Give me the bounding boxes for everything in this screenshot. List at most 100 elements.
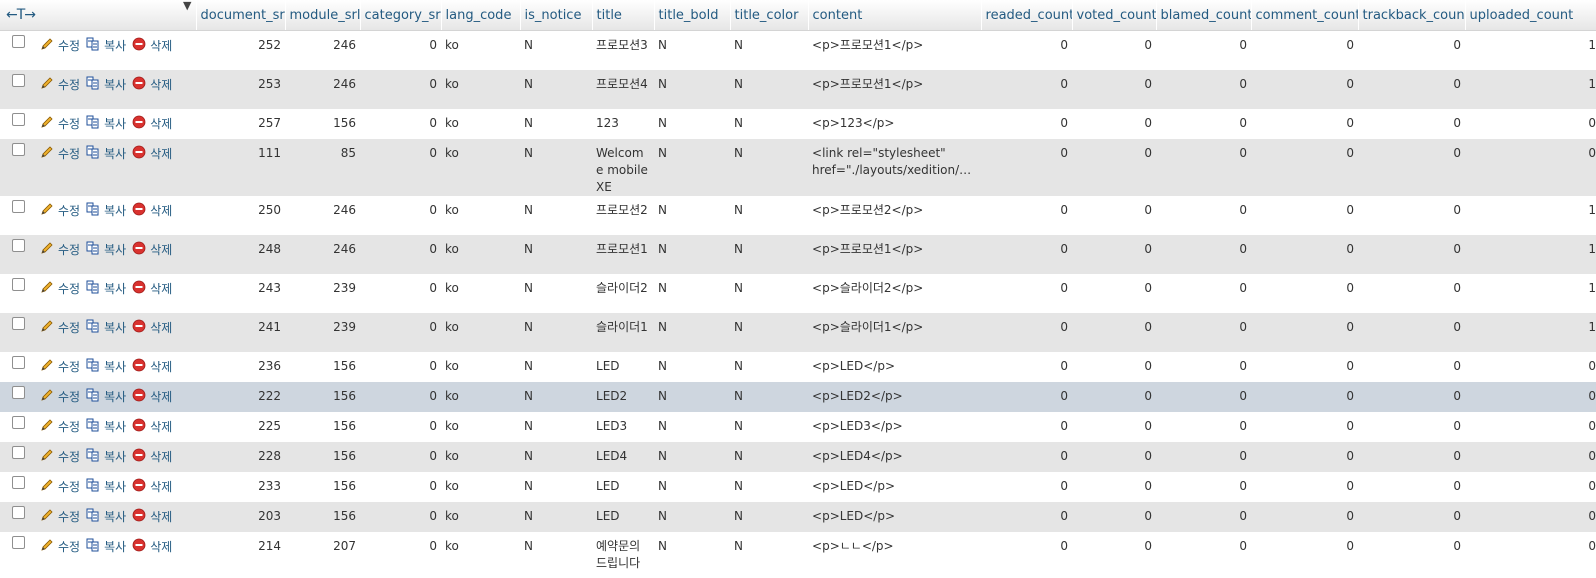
cell-blamed_count[interactable]: 0 <box>1156 30 1252 70</box>
cell-lang_code[interactable]: ko <box>441 501 521 532</box>
cell-title_bold[interactable]: N <box>654 234 731 274</box>
cell-voted_count[interactable]: 0 <box>1072 195 1157 235</box>
cell-content[interactable]: <p>프로모션1</p> <box>808 234 982 274</box>
cell-module_srl[interactable]: 85 <box>285 138 361 196</box>
cell-comment_count[interactable]: 0 <box>1251 351 1359 382</box>
cell-lang_code[interactable]: ko <box>441 273 521 313</box>
delete-button[interactable]: 삭제 <box>132 202 172 221</box>
cell-readed_count[interactable]: 0 <box>981 531 1073 572</box>
col-header-document_srl[interactable]: document_srl <box>196 0 286 31</box>
cell-comment_count[interactable]: 0 <box>1251 69 1359 109</box>
cell-voted_count[interactable]: 0 <box>1072 381 1157 412</box>
col-header-title_bold[interactable]: title_bold <box>654 0 731 31</box>
edit-button[interactable]: 수정 <box>40 388 80 407</box>
cell-title_color[interactable]: N <box>730 195 809 235</box>
cell-category_srl[interactable]: 0 <box>360 411 442 442</box>
cell-document_srl[interactable]: 243 <box>196 273 286 313</box>
cell-title_color[interactable]: N <box>730 351 809 382</box>
cell-trackback_count[interactable]: 0 <box>1358 30 1466 70</box>
row-checkbox-cell[interactable] <box>0 30 36 70</box>
cell-title_color[interactable]: N <box>730 273 809 313</box>
row-checkbox[interactable] <box>11 73 25 87</box>
cell-uploaded_count[interactable]: 0 <box>1465 411 1596 442</box>
cell-comment_count[interactable]: 0 <box>1251 441 1359 472</box>
cell-module_srl[interactable]: 156 <box>285 441 361 472</box>
cell-module_srl[interactable]: 156 <box>285 108 361 139</box>
delete-button[interactable]: 삭제 <box>132 319 172 338</box>
cell-document_srl[interactable]: 111 <box>196 138 286 196</box>
cell-blamed_count[interactable]: 0 <box>1156 411 1252 442</box>
cell-title[interactable]: 프로모션2 <box>592 195 655 235</box>
cell-document_srl[interactable]: 225 <box>196 411 286 442</box>
cell-voted_count[interactable]: 0 <box>1072 273 1157 313</box>
row-checkbox[interactable] <box>11 475 25 489</box>
edit-button[interactable]: 수정 <box>40 448 80 467</box>
table-row[interactable]: 수정 복사 삭제 233 156 0 ko N LED N N <p>LED</p> 0 0 0 0 0 0 <box>0 471 1596 502</box>
edit-button[interactable]: 수정 <box>40 145 80 164</box>
cell-title_bold[interactable]: N <box>654 501 731 532</box>
cell-is_notice[interactable]: N <box>520 312 593 352</box>
cell-readed_count[interactable]: 0 <box>981 441 1073 472</box>
row-checkbox[interactable] <box>11 535 25 549</box>
cell-uploaded_count[interactable]: 1 <box>1465 312 1596 352</box>
cell-voted_count[interactable]: 0 <box>1072 138 1157 196</box>
table-row[interactable]: 수정 복사 삭제 203 156 0 ko N LED N N <p>LED</p> 0 0 0 0 0 0 <box>0 501 1596 532</box>
cell-title_color[interactable]: N <box>730 471 809 502</box>
cell-category_srl[interactable]: 0 <box>360 108 442 139</box>
cell-blamed_count[interactable]: 0 <box>1156 108 1252 139</box>
col-header-lang_code[interactable]: lang_code <box>441 0 521 31</box>
delete-button[interactable]: 삭제 <box>132 388 172 407</box>
cell-category_srl[interactable]: 0 <box>360 30 442 70</box>
cell-trackback_count[interactable]: 0 <box>1358 381 1466 412</box>
cell-uploaded_count[interactable]: 0 <box>1465 531 1596 572</box>
delete-button[interactable]: 삭제 <box>132 478 172 497</box>
cell-uploaded_count[interactable]: 0 <box>1465 471 1596 502</box>
cell-category_srl[interactable]: 0 <box>360 138 442 196</box>
cell-title[interactable]: LED4 <box>592 441 655 472</box>
cell-uploaded_count[interactable]: 1 <box>1465 195 1596 235</box>
cell-uploaded_count[interactable]: 0 <box>1465 441 1596 472</box>
cell-voted_count[interactable]: 0 <box>1072 108 1157 139</box>
cell-trackback_count[interactable]: 0 <box>1358 108 1466 139</box>
row-checkbox-cell[interactable] <box>0 471 36 502</box>
table-row[interactable]: 수정 복사 삭제 243 239 0 ko N 슬라이더2 N N <p>슬라이더2</p> 0 0 0 0 0… <box>0 273 1596 313</box>
cell-title_color[interactable]: N <box>730 312 809 352</box>
cell-trackback_count[interactable]: 0 <box>1358 195 1466 235</box>
cell-comment_count[interactable]: 0 <box>1251 411 1359 442</box>
cell-category_srl[interactable]: 0 <box>360 441 442 472</box>
cell-document_srl[interactable]: 203 <box>196 501 286 532</box>
sort-caret-icon[interactable]: ▼ <box>183 0 191 12</box>
col-header-content[interactable]: content <box>808 0 982 31</box>
row-checkbox[interactable] <box>11 277 25 291</box>
edit-button[interactable]: 수정 <box>40 241 80 260</box>
cell-trackback_count[interactable]: 0 <box>1358 441 1466 472</box>
cell-document_srl[interactable]: 252 <box>196 30 286 70</box>
row-checkbox[interactable] <box>11 35 25 48</box>
cell-module_srl[interactable]: 156 <box>285 501 361 532</box>
cell-readed_count[interactable]: 0 <box>981 351 1073 382</box>
cell-document_srl[interactable]: 214 <box>196 531 286 572</box>
cell-lang_code[interactable]: ko <box>441 108 521 139</box>
row-checkbox-cell[interactable] <box>0 108 36 139</box>
cell-is_notice[interactable]: N <box>520 69 593 109</box>
cell-title_bold[interactable]: N <box>654 351 731 382</box>
cell-category_srl[interactable]: 0 <box>360 69 442 109</box>
cell-document_srl[interactable]: 233 <box>196 471 286 502</box>
edit-button[interactable]: 수정 <box>40 76 80 95</box>
cell-title[interactable]: Welcome mobile XE <box>592 138 655 196</box>
cell-readed_count[interactable]: 0 <box>981 381 1073 412</box>
cell-is_notice[interactable]: N <box>520 30 593 70</box>
cell-is_notice[interactable]: N <box>520 411 593 442</box>
table-row[interactable]: 수정 복사 삭제 228 156 0 ko N LED4 N N <p>LED4</p> 0 0 0 0 0 0 <box>0 441 1596 472</box>
cell-comment_count[interactable]: 0 <box>1251 501 1359 532</box>
cell-title[interactable]: 슬라이더2 <box>592 273 655 313</box>
cell-title_bold[interactable]: N <box>654 441 731 472</box>
cell-comment_count[interactable]: 0 <box>1251 195 1359 235</box>
col-header-trackback_count[interactable]: trackback_count <box>1358 0 1466 31</box>
edit-button[interactable]: 수정 <box>40 418 80 437</box>
cell-title[interactable]: 슬라이더1 <box>592 312 655 352</box>
delete-button[interactable]: 삭제 <box>132 145 172 164</box>
cell-document_srl[interactable]: 241 <box>196 312 286 352</box>
cell-category_srl[interactable]: 0 <box>360 381 442 412</box>
cell-is_notice[interactable]: N <box>520 381 593 412</box>
